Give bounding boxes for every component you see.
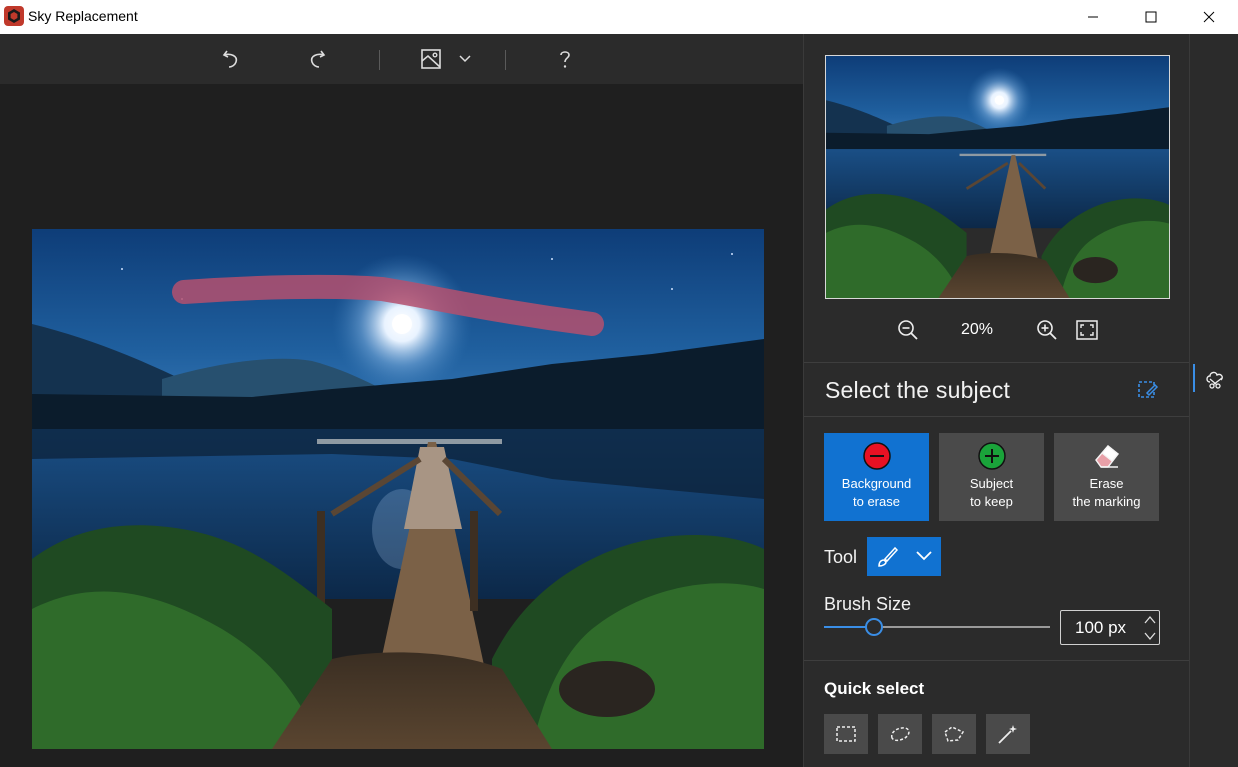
quick-select-title: Quick select	[824, 679, 925, 698]
view-mode-button[interactable]	[416, 44, 446, 74]
mode-label-line2: to keep	[970, 494, 1013, 509]
preview-photo	[826, 56, 1169, 298]
toolbar-separator	[505, 50, 506, 70]
active-indicator	[1193, 364, 1195, 392]
app-root: Sky Replacement 20% Select the subject B…	[0, 0, 1238, 767]
chevron-down-icon	[916, 551, 932, 561]
brush-size-slider[interactable]	[824, 617, 1050, 637]
tool-label: Tool	[824, 547, 858, 567]
polygon-lasso-icon	[944, 726, 965, 742]
fit-to-screen-icon[interactable]	[1076, 320, 1098, 340]
chevron-down-icon[interactable]	[1144, 631, 1156, 641]
lasso-select-button[interactable]	[878, 714, 922, 754]
tool-dropdown[interactable]	[867, 537, 941, 576]
redo-icon	[310, 50, 326, 68]
panel-divider	[804, 660, 1190, 661]
background-to-erase-button[interactable]: Background to erase	[824, 433, 929, 521]
maximize-button[interactable]	[1128, 0, 1174, 34]
chevron-up-icon[interactable]	[1144, 615, 1156, 625]
night-lake-photo	[32, 229, 764, 749]
slider-thumb[interactable]	[865, 618, 883, 636]
brush-size-value: 100 px	[1075, 618, 1127, 637]
zoom-value: 20%	[960, 321, 994, 338]
undo-button[interactable]	[216, 44, 246, 74]
undo-icon	[222, 50, 238, 68]
redo-button[interactable]	[302, 44, 332, 74]
rectangle-select-button[interactable]	[824, 714, 868, 754]
minus-circle-icon	[862, 442, 891, 470]
zoom-in-icon[interactable]	[1035, 318, 1059, 342]
image-canvas[interactable]	[32, 229, 764, 749]
brush-icon	[878, 546, 899, 567]
subject-to-keep-button[interactable]: Subject to keep	[939, 433, 1044, 521]
sky-replace-icon[interactable]	[1204, 367, 1228, 391]
panel-divider	[804, 416, 1190, 417]
brush-size-label: Brush Size	[824, 594, 912, 614]
plus-circle-icon	[977, 442, 1006, 470]
preview-thumbnail[interactable]	[825, 55, 1170, 299]
zoom-out-icon[interactable]	[896, 318, 920, 342]
editor-toolbar	[0, 34, 803, 84]
mode-label-line1: Background	[841, 476, 912, 491]
window-title: Sky Replacement	[28, 8, 138, 24]
maximize-icon	[1145, 11, 1157, 23]
panel-divider	[804, 362, 1190, 363]
close-button[interactable]	[1186, 0, 1232, 34]
toolbar-separator	[379, 50, 380, 70]
brush-size-input[interactable]: 100 px	[1060, 610, 1160, 645]
eraser-icon	[1094, 445, 1119, 468]
ellipse-lasso-icon	[890, 727, 910, 742]
title-bar: Sky Replacement	[0, 0, 1238, 34]
section-title: Select the subject	[825, 377, 1011, 403]
side-strip	[1189, 34, 1238, 767]
app-logo-icon	[4, 6, 24, 26]
refine-selection-icon[interactable]	[1137, 380, 1159, 402]
polygon-lasso-button[interactable]	[932, 714, 976, 754]
mode-label-line2: the marking	[1072, 494, 1141, 509]
close-icon	[1203, 11, 1215, 23]
view-mode-dropdown[interactable]	[454, 44, 476, 74]
zoom-controls: 20%	[804, 316, 1190, 346]
rectangle-select-icon	[836, 726, 856, 742]
mode-label-line1: Subject	[969, 476, 1014, 491]
right-panel: 20% Select the subject Background to era…	[803, 34, 1190, 767]
help-button[interactable]	[550, 44, 580, 74]
magic-wand-button[interactable]	[986, 714, 1030, 754]
help-icon	[560, 51, 570, 68]
mode-label-line2: to erase	[853, 494, 900, 509]
minimize-button[interactable]	[1070, 0, 1116, 34]
editor-area	[0, 34, 803, 767]
minimize-icon	[1088, 16, 1098, 18]
magic-wand-icon	[998, 725, 1017, 744]
chevron-down-icon	[459, 55, 471, 63]
view-mode-icon	[421, 49, 441, 69]
mode-label-line1: Erase	[1089, 476, 1124, 491]
erase-marking-button[interactable]: Erase the marking	[1054, 433, 1159, 521]
